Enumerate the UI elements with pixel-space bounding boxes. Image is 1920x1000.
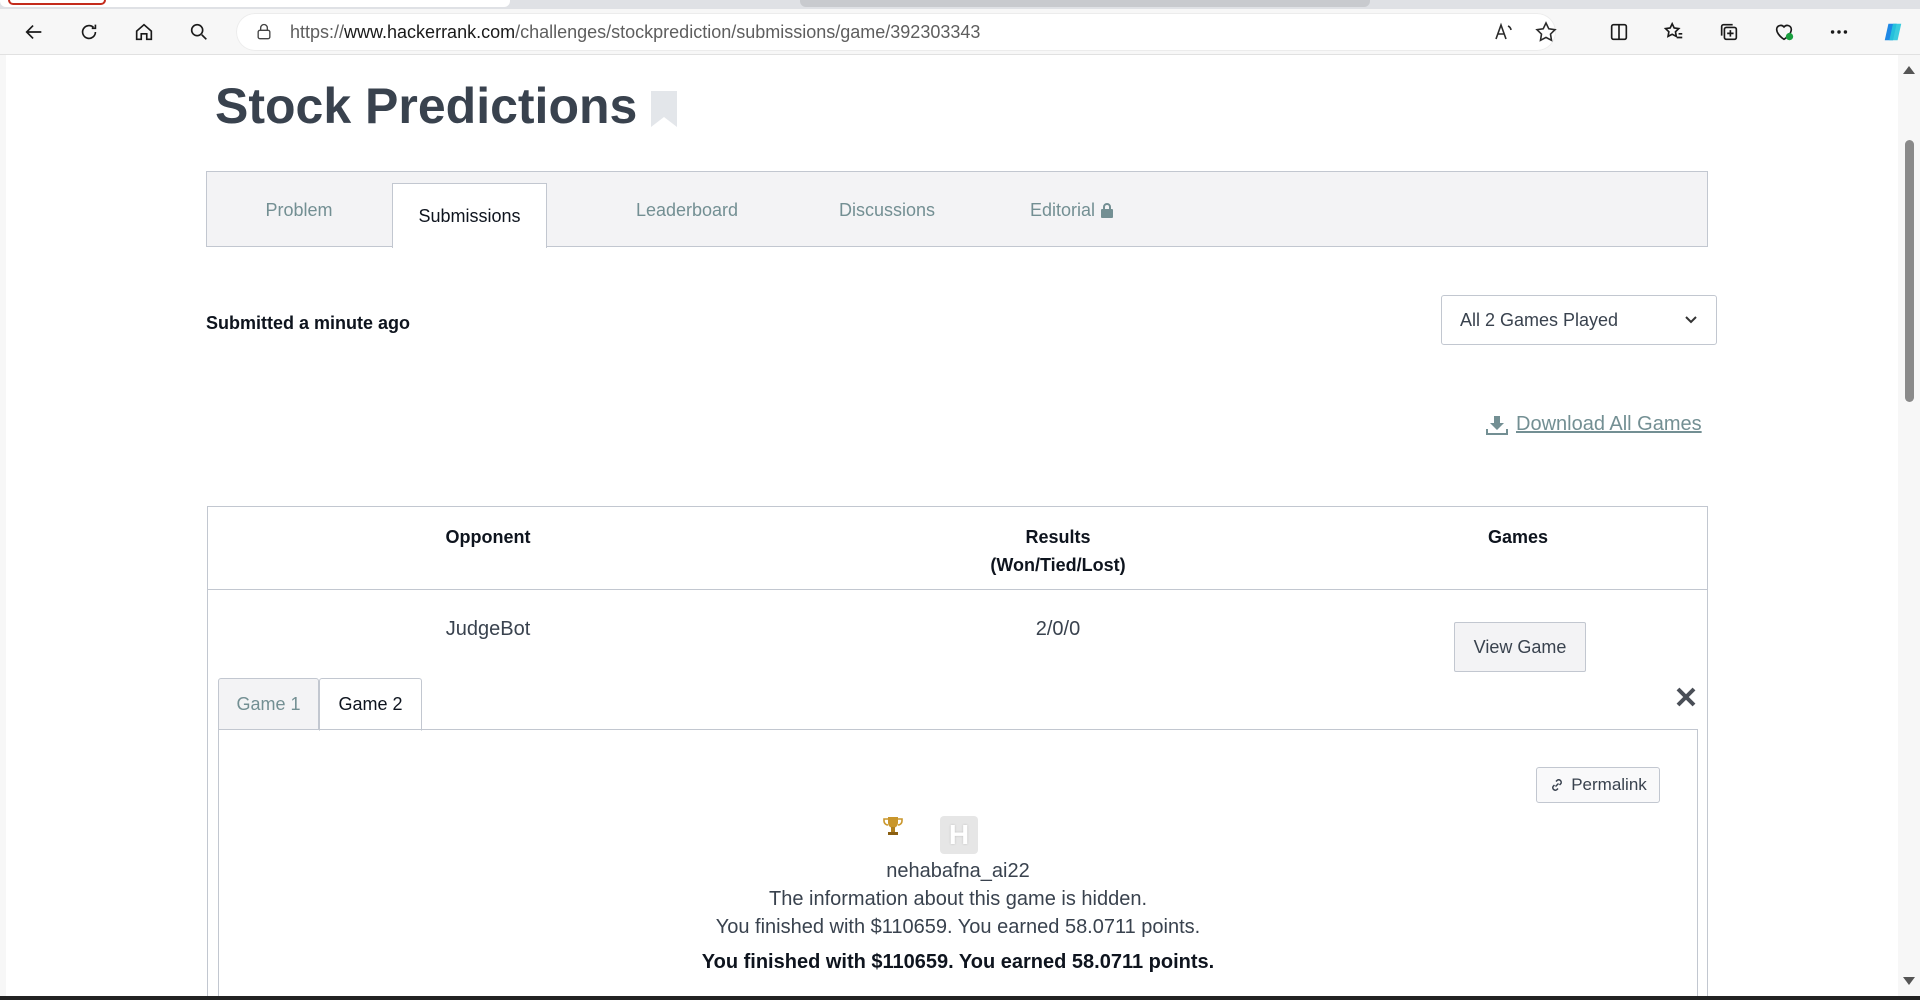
favorites-icon[interactable] xyxy=(1657,15,1691,49)
tab-leaderboard[interactable]: Leaderboard xyxy=(587,172,787,248)
game-panel: Permalink H nehabafna_ai22 The informati… xyxy=(218,729,1698,996)
tab-game-1[interactable]: Game 1 xyxy=(218,678,319,730)
challenge-title: Stock Predictions xyxy=(215,78,638,134)
submission-time: Submitted a minute ago xyxy=(206,313,411,333)
browser-toolbar: https://www.hackerrank.com/challenges/st… xyxy=(0,9,1920,55)
browser-tab-active[interactable] xyxy=(0,0,510,7)
address-bar[interactable]: https://www.hackerrank.com/challenges/st… xyxy=(236,13,1558,51)
results-value: 2/0/0 xyxy=(1035,618,1081,640)
trophy-icon xyxy=(883,817,903,835)
col-results: Results (Won/Tied/Lost) xyxy=(990,527,1126,575)
hidden-info-message: The information about this game is hidde… xyxy=(769,888,1147,910)
tab-editorial[interactable]: Editorial xyxy=(987,172,1157,248)
scroll-down-arrow-icon[interactable] xyxy=(1903,977,1915,985)
refresh-icon[interactable] xyxy=(72,15,106,49)
scroll-up-arrow-icon[interactable] xyxy=(1903,66,1915,74)
games-played-select[interactable]: All 2 Games Played xyxy=(1441,295,1717,345)
chevron-down-icon xyxy=(1685,316,1697,324)
vertical-scrollbar[interactable] xyxy=(1898,55,1920,996)
opponent-name: JudgeBot xyxy=(445,618,531,640)
challenge-tabs: Problem Submissions Leaderboard Discussi… xyxy=(206,171,1708,248)
tab-game-2[interactable]: Game 2 xyxy=(319,678,422,731)
collections-icon[interactable] xyxy=(1712,15,1746,49)
favorite-star-icon[interactable] xyxy=(1534,20,1558,44)
result-message-bold: You finished with $110659. You earned 58… xyxy=(701,951,1215,973)
tab-discussions[interactable]: Discussions xyxy=(787,172,987,248)
lock-icon xyxy=(1101,203,1114,218)
download-icon xyxy=(1486,415,1508,435)
permalink-button[interactable]: Permalink xyxy=(1536,767,1660,803)
home-icon[interactable] xyxy=(127,15,161,49)
back-icon[interactable] xyxy=(17,15,51,49)
col-opponent: Opponent xyxy=(445,527,531,547)
col-games: Games xyxy=(1487,527,1549,547)
browser-essentials-icon[interactable] xyxy=(1767,15,1801,49)
tab-submissions[interactable]: Submissions xyxy=(392,183,547,248)
browser-tab-inactive[interactable] xyxy=(800,0,1370,7)
scrollbar-thumb[interactable] xyxy=(1905,140,1914,402)
view-game-button[interactable]: View Game xyxy=(1454,622,1586,672)
page-title: Stock Predictions xyxy=(215,77,678,135)
table-header: Opponent Results (Won/Tied/Lost) Games xyxy=(208,507,1707,590)
player-avatar: H xyxy=(940,816,978,854)
more-options-icon[interactable] xyxy=(1822,15,1856,49)
close-icon[interactable] xyxy=(1674,685,1698,709)
link-icon xyxy=(1552,779,1563,791)
bookmark-icon[interactable] xyxy=(651,91,678,127)
taskbar-edge xyxy=(0,996,1920,1000)
tab-problem[interactable]: Problem xyxy=(207,172,391,248)
download-all-games-link[interactable]: Download All Games xyxy=(1486,413,1702,436)
read-aloud-icon[interactable] xyxy=(1492,20,1516,44)
browser-tab-strip xyxy=(0,0,1920,9)
split-screen-icon[interactable] xyxy=(1602,15,1636,49)
copilot-icon[interactable] xyxy=(1876,15,1910,49)
player-username: nehabafna_ai22 xyxy=(886,860,1030,882)
site-info-lock-icon[interactable] xyxy=(254,22,274,42)
results-table: Opponent Results (Won/Tied/Lost) Games J… xyxy=(207,506,1708,996)
url-text[interactable]: https://www.hackerrank.com/challenges/st… xyxy=(290,22,980,43)
page-content: Stock Predictions Problem Submissions Le… xyxy=(0,55,1898,996)
search-icon[interactable] xyxy=(182,15,216,49)
result-message: You finished with $110659. You earned 58… xyxy=(715,916,1201,938)
